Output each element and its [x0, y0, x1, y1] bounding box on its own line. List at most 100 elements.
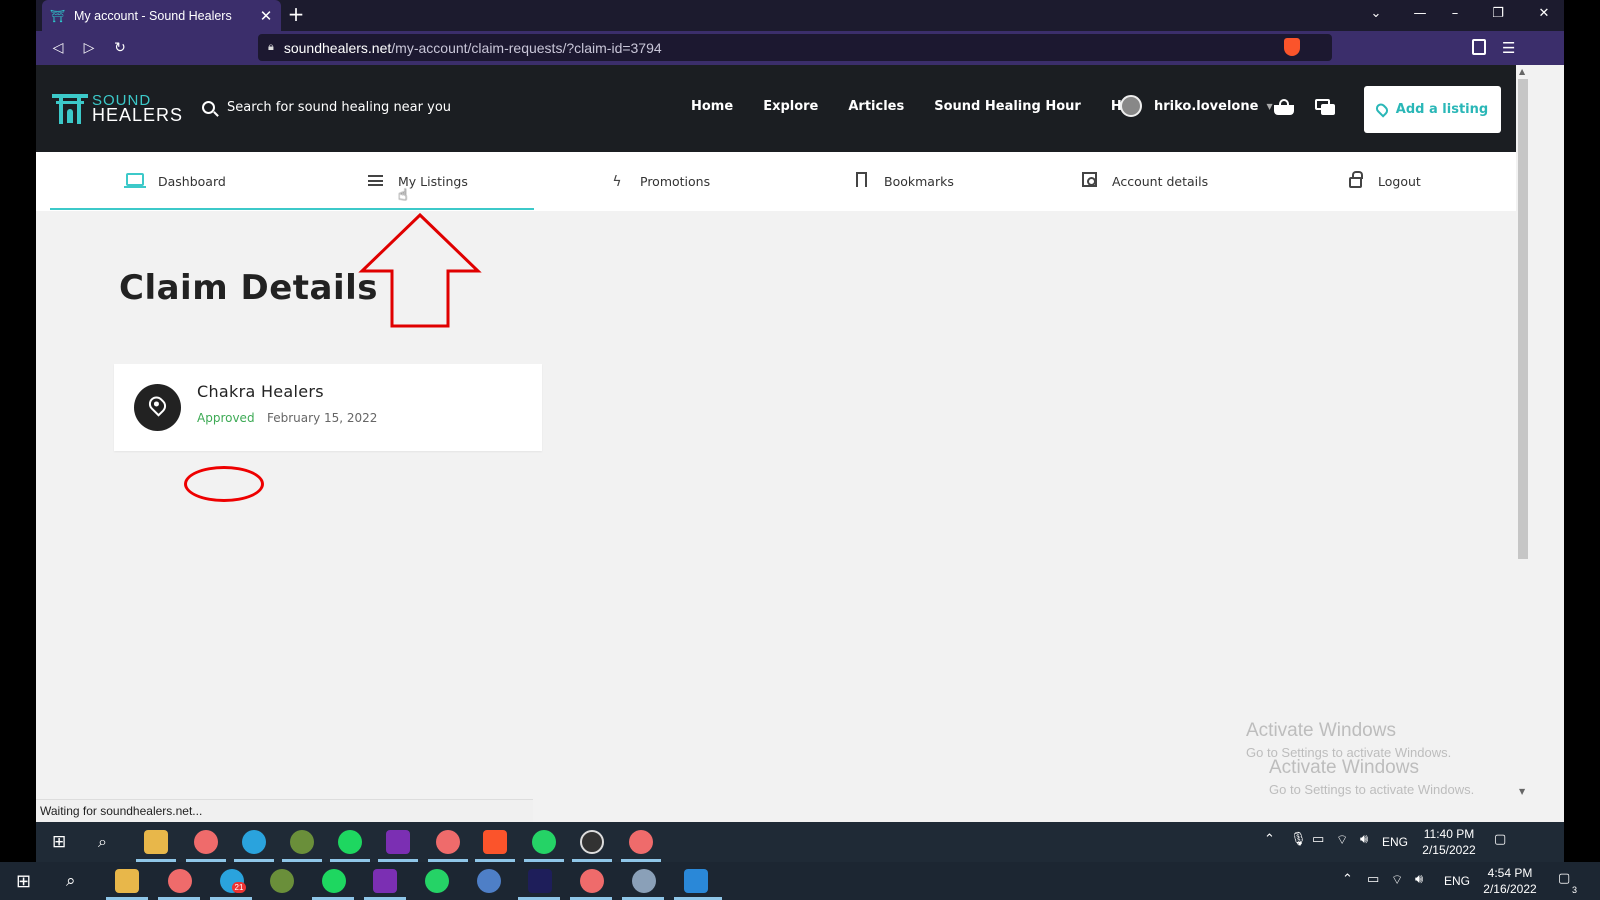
paint-icon[interactable] — [632, 869, 656, 893]
video-player-icon[interactable] — [684, 869, 708, 893]
sound-healers-favicon-icon: ⛩ — [50, 8, 66, 23]
close-window-button[interactable]: ✕ — [1534, 6, 1554, 21]
volume-icon[interactable]: 🔊︎ — [1415, 872, 1423, 887]
active-tab[interactable]: ⛩ My account - Sound Healers ✕ — [42, 0, 281, 31]
inner-clock[interactable]: 11:40 PM 2/15/2022 — [1414, 826, 1484, 858]
torii-logo-icon — [52, 92, 88, 124]
microphone-icon[interactable]: 🎙︎ — [1290, 832, 1307, 847]
reload-icon[interactable]: ↻ — [110, 38, 130, 58]
brave-icon[interactable] — [194, 830, 218, 854]
user-menu[interactable]: hriko.lovelone ▼ — [1120, 95, 1273, 117]
notification-icon[interactable]: ▢ — [1494, 832, 1506, 847]
address-bar[interactable]: 🔒︎ soundhealers.net /my-account/claim-re… — [258, 34, 1332, 61]
spotify-icon[interactable] — [322, 869, 346, 893]
spotify-icon[interactable] — [338, 830, 362, 854]
bookmark-icon — [855, 172, 867, 187]
windows-start-icon[interactable]: ⊞ — [52, 832, 66, 852]
telegram-icon[interactable] — [242, 830, 266, 854]
restore-window-button[interactable]: ❐ — [1488, 6, 1508, 21]
brave-icon[interactable] — [168, 869, 192, 893]
notification-count: 3 — [1572, 885, 1578, 895]
inner-time: 11:40 PM — [1423, 827, 1475, 841]
brave-active-icon[interactable] — [483, 830, 507, 854]
forward-icon[interactable]: ▷ — [79, 38, 99, 58]
lock-icon — [1348, 170, 1363, 188]
tab-dashboard-label: Dashboard — [158, 174, 226, 189]
messages-icon[interactable] — [1315, 99, 1335, 116]
tab-promotions[interactable]: ϟ Promotions — [608, 152, 710, 211]
outer-clock[interactable]: 4:54 PM 2/16/2022 — [1478, 865, 1542, 897]
page-scrollbar[interactable]: ▲ ▼ — [1516, 65, 1530, 802]
wifi-icon[interactable]: ⌔ — [1391, 872, 1403, 888]
monitor-icon — [124, 173, 146, 188]
search-icon[interactable]: ⌕ — [66, 871, 76, 891]
tray-chevron-icon[interactable]: ⌃ — [1342, 872, 1353, 887]
search-icon[interactable]: ⌕ — [98, 832, 107, 852]
onenote-icon[interactable] — [386, 830, 410, 854]
claim-card[interactable]: Chakra Healers Approved February 15, 202… — [114, 364, 542, 451]
whatsapp-icon[interactable] — [532, 830, 556, 854]
language-indicator[interactable]: ENG — [1382, 834, 1408, 850]
url-path: /my-account/claim-requests/?claim-id=379… — [391, 39, 662, 56]
active-tab-indicator — [50, 208, 534, 210]
nav-sound-healing-hour[interactable]: Sound Healing Hour — [934, 99, 1081, 114]
nav-articles[interactable]: Articles — [848, 99, 904, 114]
battery-icon[interactable]: ▭ — [1312, 832, 1324, 847]
browser-toolbar: ◁ ▷ ↻ 🔒︎ soundhealers.net /my-account/cl… — [36, 31, 1564, 65]
nav-explore[interactable]: Explore — [763, 99, 818, 114]
volume-icon[interactable]: 🔊︎ — [1360, 832, 1368, 847]
onenote-icon[interactable] — [373, 869, 397, 893]
mouse-cursor-icon: ☝ — [398, 185, 408, 204]
tab-account-details-label: Account details — [1112, 174, 1209, 189]
username: hriko.lovelone — [1154, 98, 1259, 114]
tab-promotions-label: Promotions — [640, 174, 711, 189]
language-indicator[interactable]: ENG — [1444, 873, 1470, 889]
brave-icon-2[interactable] — [580, 869, 604, 893]
wallet-icon[interactable] — [1472, 39, 1486, 55]
tray-chevron-icon[interactable]: ⌃ — [1264, 832, 1275, 847]
sound-healers-logo[interactable]: SOUND HEALERS — [52, 92, 183, 124]
menu-icon[interactable]: ☰ — [1502, 39, 1515, 57]
windows-start-icon[interactable]: ⊞ — [16, 871, 31, 892]
new-tab-button[interactable]: + — [285, 4, 307, 26]
chevron-down-icon: ▼ — [1266, 101, 1273, 111]
minimize-icon[interactable]: — — [1410, 6, 1430, 21]
annotation-arrow — [358, 213, 482, 328]
outer-time: 4:54 PM — [1487, 866, 1533, 880]
audition-icon[interactable] — [528, 869, 552, 893]
brave-shield-icon[interactable] — [1284, 38, 1300, 56]
battery-icon[interactable]: ▭ — [1367, 872, 1379, 887]
tab-account-details[interactable]: Account details — [1080, 152, 1208, 211]
watermark-subtitle-outer: Go to Settings to activate Windows. — [1269, 782, 1475, 797]
add-listing-button[interactable]: Add a listing — [1364, 86, 1501, 133]
brave-icon-2[interactable] — [436, 830, 460, 854]
browser-window: ⛩ My account - Sound Healers ✕ + ⌄ — – ❐… — [36, 0, 1564, 822]
file-explorer-icon[interactable] — [144, 830, 168, 854]
tab-bookmarks[interactable]: Bookmarks — [852, 152, 954, 211]
site-search[interactable]: Search for sound healing near you — [202, 100, 451, 115]
minimize-window-button[interactable]: – — [1445, 6, 1465, 21]
obs-icon[interactable] — [580, 830, 604, 854]
notification-icon[interactable]: ▢ — [1558, 871, 1570, 886]
wifi-icon[interactable]: ⌔ — [1336, 832, 1348, 848]
tab-list-icon[interactable]: ⌄ — [1366, 6, 1386, 21]
whatsapp-icon[interactable] — [425, 869, 449, 893]
scroll-down-icon[interactable]: ▼ — [1519, 787, 1525, 796]
activate-windows-watermark-outer: Activate Windows Go to Settings to activ… — [1269, 757, 1474, 797]
scroll-up-icon[interactable]: ▲ — [1519, 67, 1525, 76]
app-icon[interactable] — [290, 830, 314, 854]
nav-home[interactable]: Home — [691, 99, 733, 114]
claim-listing-name[interactable]: Chakra Healers — [197, 382, 324, 401]
file-explorer-icon[interactable] — [115, 869, 139, 893]
search-placeholder: Search for sound healing near you — [227, 100, 452, 115]
qbittorrent-icon[interactable] — [477, 869, 501, 893]
back-icon[interactable]: ◁ — [48, 38, 68, 58]
app-icon[interactable] — [270, 869, 294, 893]
tab-my-listings[interactable]: My Listings — [366, 152, 468, 211]
cart-icon[interactable] — [1274, 99, 1294, 115]
scrollbar-thumb[interactable] — [1518, 79, 1528, 559]
tab-close-icon[interactable]: ✕ — [257, 7, 275, 25]
brave-icon-3[interactable] — [629, 830, 653, 854]
tab-dashboard[interactable]: Dashboard — [124, 152, 226, 211]
tab-logout[interactable]: Logout — [1346, 152, 1421, 211]
